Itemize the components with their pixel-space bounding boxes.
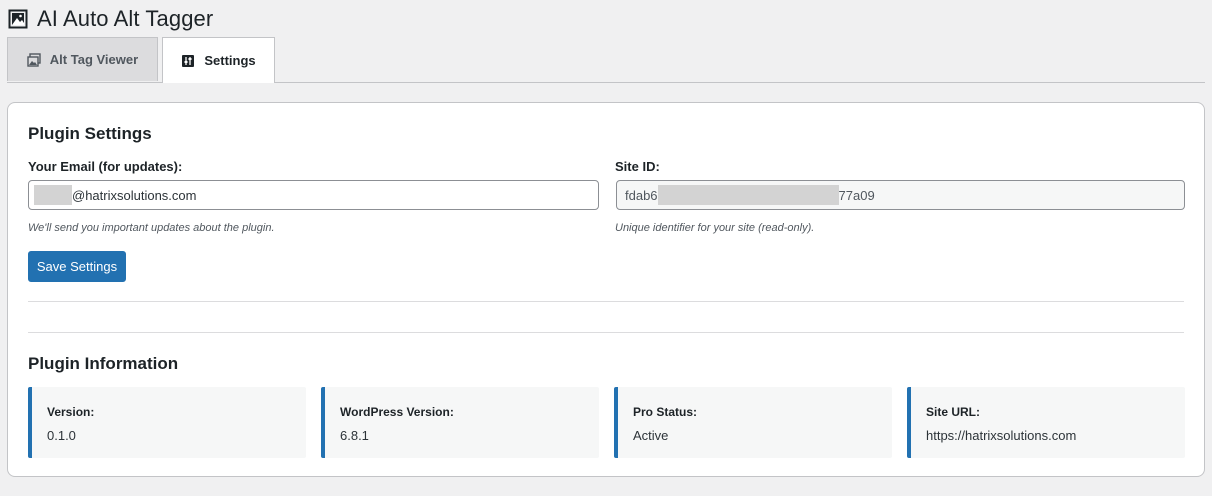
divider xyxy=(28,332,1184,333)
site-id-hint: Unique identifier for your site (read-on… xyxy=(615,222,815,234)
page-title: AI Auto Alt Tagger xyxy=(37,6,214,31)
info-value: Active xyxy=(633,428,669,443)
tab-alt-tag-viewer[interactable]: Alt Tag Viewer xyxy=(7,37,158,81)
site-id-field[interactable]: fdab6 77a09 xyxy=(616,180,1185,210)
info-value: https://hatrixsolutions.com xyxy=(926,428,1077,443)
site-id-suffix: 77a09 xyxy=(838,187,875,203)
info-box-wordpress-version: WordPress Version: 6.8.1 xyxy=(321,387,599,458)
info-box-version: Version: 0.1.0 xyxy=(28,387,306,458)
tab-label: Alt Tag Viewer xyxy=(49,52,139,67)
email-hint: We'll send you important updates about t… xyxy=(28,222,275,234)
info-label: Pro Status: xyxy=(633,405,698,419)
page-header: AI Auto Alt Tagger xyxy=(8,6,213,32)
info-label: Site URL: xyxy=(926,405,980,419)
tab-bar: Alt Tag Viewer Settings xyxy=(7,37,1205,83)
tab-settings[interactable]: Settings xyxy=(162,37,275,83)
site-id-prefix: fdab6 xyxy=(625,187,658,203)
email-label: Your Email (for updates): xyxy=(28,159,183,174)
email-value: @hatrixsolutions.com xyxy=(72,187,197,203)
save-settings-button[interactable]: Save Settings xyxy=(28,251,126,282)
info-box-site-url: Site URL: https://hatrixsolutions.com xyxy=(907,387,1185,458)
info-label: WordPress Version: xyxy=(340,405,454,419)
settings-card: Plugin Settings Your Email (for updates)… xyxy=(7,102,1205,477)
settings-icon xyxy=(181,54,195,68)
plugin-information-title: Plugin Information xyxy=(28,354,179,373)
image-icon xyxy=(8,9,28,29)
redacted-block xyxy=(34,185,72,205)
images-icon xyxy=(27,52,41,67)
divider xyxy=(28,301,1184,302)
redacted-block xyxy=(657,185,839,205)
plugin-settings-title: Plugin Settings xyxy=(28,124,152,143)
info-value: 6.8.1 xyxy=(340,428,369,443)
info-label: Version: xyxy=(47,405,95,419)
tab-label: Settings xyxy=(204,53,256,68)
email-field[interactable]: @hatrixsolutions.com xyxy=(28,180,599,210)
info-value: 0.1.0 xyxy=(47,428,76,443)
info-box-pro-status: Pro Status: Active xyxy=(614,387,892,458)
site-id-label: Site ID: xyxy=(615,159,660,174)
